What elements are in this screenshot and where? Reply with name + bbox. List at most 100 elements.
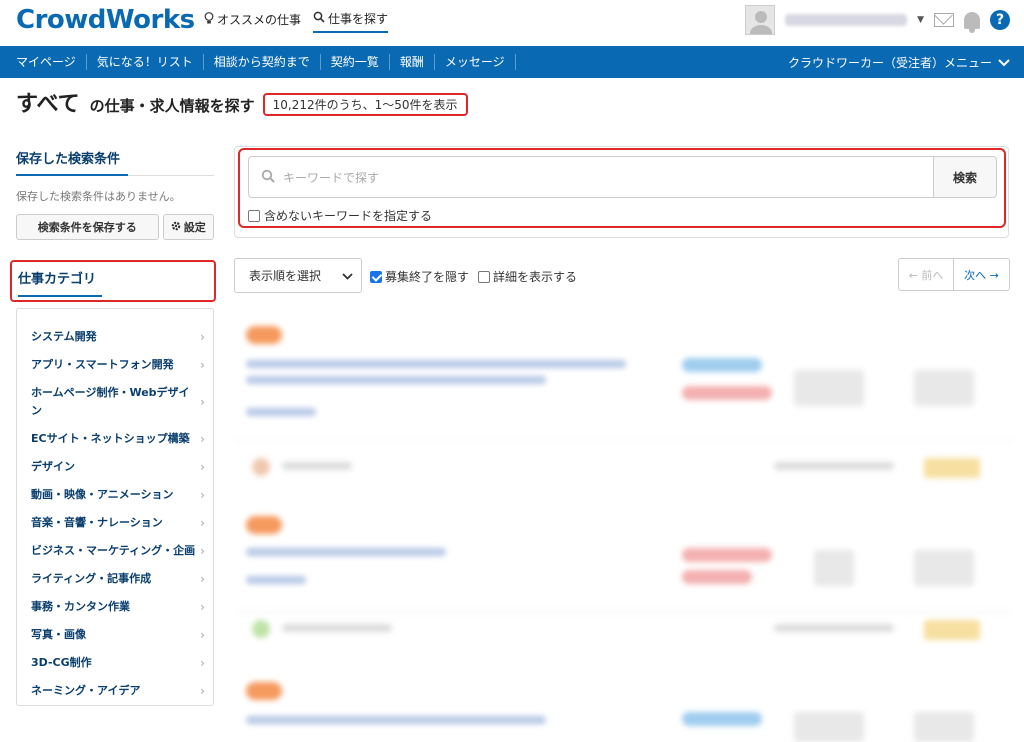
- gear-icon: [171, 221, 181, 234]
- hide-closed-checkbox[interactable]: [370, 270, 382, 283]
- nav-favorites[interactable]: 気になる！リスト: [87, 54, 204, 70]
- search-button[interactable]: 検索: [933, 156, 997, 198]
- category-label: ネーミング・アイデア: [31, 684, 141, 697]
- category-label: ホームページ制作・Webデザイン: [31, 386, 190, 417]
- nav-recommended-jobs-label: オススメの仕事: [217, 13, 302, 27]
- job-list-blurred: [234, 312, 1014, 742]
- hide-closed-toggle[interactable]: 募集終了を隠す: [370, 268, 469, 285]
- nav-find-jobs[interactable]: 仕事を探す: [313, 10, 389, 33]
- search-icon: [313, 11, 325, 26]
- category-label: 動画・映像・アニメーション: [31, 488, 174, 501]
- sidebar: 保存した検索条件 保存した検索条件はありません。 検索条件を保存する 設定 仕事…: [10, 148, 216, 706]
- search-input[interactable]: キーワードで探す: [248, 156, 934, 198]
- category-label: 事務・カンタン作業: [31, 600, 130, 613]
- show-detail-toggle[interactable]: 詳細を表示する: [478, 268, 577, 285]
- category-item-video[interactable]: 動画・映像・アニメーション ›: [17, 481, 213, 509]
- sort-select[interactable]: 表示順を選択: [234, 258, 362, 293]
- bell-icon[interactable]: [964, 11, 980, 33]
- category-item-design[interactable]: デザイン ›: [17, 453, 213, 481]
- category-label: ライティング・記事作成: [31, 572, 152, 585]
- category-label: システム開発: [31, 330, 97, 343]
- category-item-3dcg[interactable]: 3D-CG制作 ›: [17, 649, 213, 677]
- nav-messages[interactable]: メッセージ: [435, 54, 516, 70]
- avatar[interactable]: [745, 5, 776, 35]
- chevron-right-icon: ›: [200, 358, 205, 372]
- worker-menu[interactable]: クラウドワーカー（受注者）メニュー: [788, 54, 1010, 71]
- pagination: ← 前へ 次へ →: [898, 258, 1010, 291]
- page-title-text: の仕事・求人情報を探す: [89, 97, 255, 115]
- chevron-right-icon: ›: [200, 330, 205, 344]
- category-label: 3D-CG制作: [31, 656, 92, 669]
- category-item-web[interactable]: ホームページ制作・Webデザイン ›: [17, 379, 213, 425]
- category-label: 写真・画像: [31, 628, 86, 641]
- saved-search-empty: 保存した検索条件はありません。: [16, 190, 181, 203]
- chevron-right-icon: ›: [200, 516, 205, 530]
- nav-mypage[interactable]: マイページ: [0, 54, 87, 70]
- category-label: デザイン: [31, 460, 75, 473]
- page-title: すべて の仕事・求人情報を探す 10,212件のうち、1～50件を表示: [16, 86, 468, 118]
- chevron-right-icon: ›: [200, 460, 205, 474]
- next-page-button[interactable]: 次へ →: [954, 258, 1010, 291]
- category-label: ECサイト・ネットショップ構築: [31, 432, 190, 445]
- header-nav: オススメの仕事 仕事を探す: [204, 10, 389, 33]
- category-label: アプリ・スマートフォン開発: [31, 358, 174, 371]
- chevron-down-icon[interactable]: ▼: [917, 15, 924, 25]
- exclude-keyword-label: 含めないキーワードを指定する: [264, 209, 433, 223]
- category-item-business[interactable]: ビジネス・マーケティング・企画 ›: [17, 537, 213, 565]
- saved-search-title: 保存した検索条件: [16, 148, 214, 176]
- username-blurred[interactable]: [785, 14, 908, 26]
- chevron-down-icon: [998, 56, 1010, 70]
- category-item-system-dev[interactable]: システム開発 ›: [17, 323, 213, 351]
- search-icon: [261, 169, 275, 186]
- nav-find-jobs-label: 仕事を探す: [328, 12, 389, 26]
- category-item-office[interactable]: 事務・カンタン作業 ›: [17, 593, 213, 621]
- top-header: CrowdWorks オススメの仕事 仕事を探す ▼ ?: [0, 0, 1024, 46]
- help-icon[interactable]: ?: [990, 10, 1010, 30]
- hide-closed-label: 募集終了を隠す: [385, 270, 470, 284]
- sort-select-label: 表示順を選択: [249, 269, 322, 283]
- header-user-area: ▼ ?: [745, 5, 1010, 35]
- page-title-category: すべて: [16, 92, 80, 117]
- category-item-app-dev[interactable]: アプリ・スマートフォン開発 ›: [17, 351, 213, 379]
- category-item-writing[interactable]: ライティング・記事作成 ›: [17, 565, 213, 593]
- category-item-photo[interactable]: 写真・画像 ›: [17, 621, 213, 649]
- job-card-blurred[interactable]: [234, 502, 1014, 672]
- chevron-right-icon: ›: [200, 544, 205, 558]
- nav-contracts[interactable]: 契約一覧: [321, 54, 390, 70]
- nav-rewards[interactable]: 報酬: [390, 54, 435, 70]
- chevron-right-icon: ›: [200, 395, 205, 409]
- settings-button[interactable]: 設定: [162, 214, 214, 240]
- category-title-box: 仕事カテゴリ: [10, 260, 216, 302]
- exclude-keyword-toggle[interactable]: 含めないキーワードを指定する: [248, 207, 432, 224]
- site-logo[interactable]: CrowdWorks: [16, 5, 195, 35]
- job-card-blurred[interactable]: [234, 672, 1014, 742]
- show-detail-label: 詳細を表示する: [493, 270, 578, 284]
- chevron-right-icon: ›: [200, 628, 205, 642]
- nav-consult-to-contract[interactable]: 相談から契約まで: [204, 54, 321, 70]
- chevron-right-icon: ›: [200, 572, 205, 586]
- chevron-down-icon: [342, 269, 353, 283]
- search-placeholder: キーワードで探す: [283, 170, 380, 185]
- job-card-blurred[interactable]: [234, 312, 1014, 502]
- category-item-music[interactable]: 音楽・音響・ナレーション ›: [17, 509, 213, 537]
- result-count: 10,212件のうち、1～50件を表示: [262, 93, 468, 116]
- save-search-button[interactable]: 検索条件を保存する: [16, 214, 159, 240]
- chevron-right-icon: ›: [200, 600, 205, 614]
- prev-page-button[interactable]: ← 前へ: [898, 258, 954, 291]
- lightbulb-icon: [204, 11, 214, 28]
- mail-icon[interactable]: [934, 13, 954, 27]
- exclude-keyword-checkbox[interactable]: [248, 209, 260, 222]
- show-detail-checkbox[interactable]: [478, 270, 490, 283]
- saved-search-buttons: 検索条件を保存する 設定: [16, 214, 214, 240]
- chevron-right-icon: ›: [200, 488, 205, 502]
- main-nav-bar: マイページ 気になる！リスト 相談から契約まで 契約一覧 報酬 メッセージ クラ…: [0, 46, 1024, 78]
- category-item-ec[interactable]: ECサイト・ネットショップ構築 ›: [17, 425, 213, 453]
- category-title: 仕事カテゴリ: [18, 268, 102, 297]
- category-list: システム開発 › アプリ・スマートフォン開発 › ホームページ制作・Webデザイン ›…: [16, 308, 214, 706]
- worker-menu-label: クラウドワーカー（受注者）メニュー: [787, 56, 992, 70]
- chevron-right-icon: ›: [200, 432, 205, 446]
- chevron-right-icon: ›: [200, 684, 205, 698]
- category-item-naming[interactable]: ネーミング・アイデア ›: [17, 677, 213, 705]
- category-label: 音楽・音響・ナレーション: [31, 516, 163, 529]
- nav-recommended-jobs[interactable]: オススメの仕事: [204, 10, 301, 33]
